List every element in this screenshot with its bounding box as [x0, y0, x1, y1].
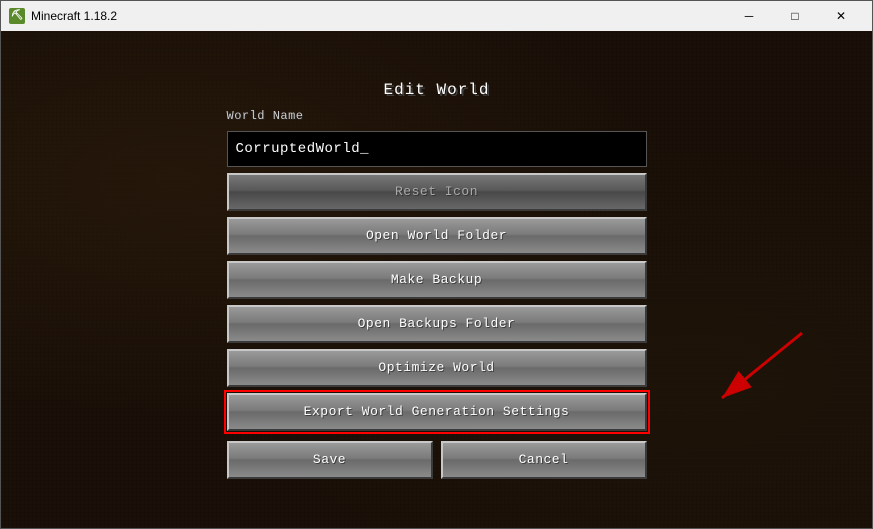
- reset-icon-button[interactable]: Reset Icon: [227, 173, 647, 211]
- arrow-annotation: [692, 323, 812, 428]
- cancel-button[interactable]: Cancel: [441, 441, 647, 479]
- open-world-folder-button[interactable]: Open World Folder: [227, 217, 647, 255]
- export-world-generation-settings-button[interactable]: Export World Generation Settings: [227, 393, 647, 431]
- world-name-label: World Name: [227, 109, 304, 123]
- minimize-button[interactable]: ─: [726, 1, 772, 31]
- dialog-title: Edit World: [383, 81, 489, 99]
- bottom-buttons: Save Cancel: [227, 441, 647, 479]
- close-button[interactable]: ✕: [818, 1, 864, 31]
- main-content: Edit World World Name Reset Icon Open Wo…: [1, 31, 872, 528]
- titlebar: ⛏ Minecraft 1.18.2 ─ □ ✕: [1, 1, 872, 31]
- open-backups-folder-button[interactable]: Open Backups Folder: [227, 305, 647, 343]
- make-backup-button[interactable]: Make Backup: [227, 261, 647, 299]
- maximize-button[interactable]: □: [772, 1, 818, 31]
- arrow-icon: [692, 323, 812, 423]
- world-name-input[interactable]: [227, 131, 647, 167]
- window-controls: ─ □ ✕: [726, 1, 864, 31]
- save-button[interactable]: Save: [227, 441, 433, 479]
- edit-world-dialog: Edit World World Name Reset Icon Open Wo…: [227, 81, 647, 479]
- window-title: Minecraft 1.18.2: [31, 9, 726, 23]
- optimize-world-button[interactable]: Optimize World: [227, 349, 647, 387]
- minecraft-window: ⛏ Minecraft 1.18.2 ─ □ ✕ Edit World Worl…: [0, 0, 873, 529]
- app-icon: ⛏: [9, 8, 25, 24]
